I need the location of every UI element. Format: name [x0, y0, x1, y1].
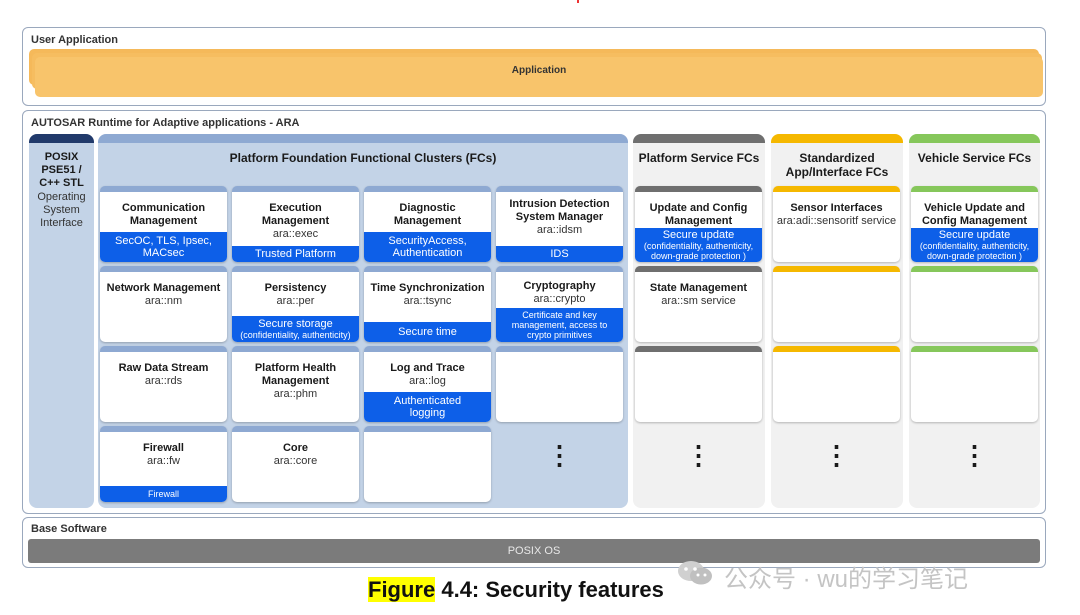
- top-mark: [577, 0, 579, 3]
- communication-management-box: Communication Management SecOC, TLS, Ips…: [100, 186, 227, 262]
- diagnostic-management-box: Diagnostic Management SecurityAccess, Au…: [364, 186, 491, 262]
- ara-title: AUTOSAR Runtime for Adaptive application…: [31, 117, 300, 129]
- execution-management-box: Execution Management ara::exec Trusted P…: [232, 186, 359, 262]
- watermark-text: 公众号 · wu的学习笔记: [724, 566, 969, 593]
- vehicle-update-config-box: Vehicle Update and Config Management Sec…: [911, 186, 1038, 262]
- vehicle-service-title: Vehicle Service FCs: [917, 151, 1032, 165]
- empty-service-box: [635, 346, 762, 422]
- log-and-trace-box: Log and Trace ara::log Authenticated log…: [364, 346, 491, 422]
- security-label: Secure update (confidentiality, authenti…: [911, 228, 1038, 262]
- security-label: SecurityAccess, Authentication: [364, 232, 491, 262]
- posix-os-label: POSIX OS: [507, 545, 561, 557]
- posix-title: POSIX PSE51 / C++ STL: [39, 151, 84, 189]
- persistency-box: Persistency ara::per Secure storage (con…: [232, 266, 359, 342]
- security-label: Secure update (confidentiality, authenti…: [635, 228, 762, 262]
- security-label: IDS: [496, 246, 623, 262]
- security-label: Trusted Platform: [232, 246, 359, 262]
- intrusion-detection-box: Intrusion Detection System Manager ara::…: [496, 186, 623, 262]
- user-application-section: User Application Application: [22, 27, 1046, 106]
- firewall-box: Firewall ara::fw Firewall: [100, 426, 227, 502]
- network-management-box: Network Management ara::nm: [100, 266, 227, 342]
- platform-foundation-title: Platform Foundation Functional Clusters …: [229, 151, 497, 165]
- caption-highlight: Figure: [368, 577, 436, 602]
- platform-service-title: Platform Service FCs: [638, 151, 760, 165]
- security-label: Firewall: [100, 486, 227, 502]
- figure-caption: Figure 4.4: Security features: [368, 577, 664, 603]
- security-label: SecOC, TLS, Ipsec, MACsec: [100, 232, 227, 262]
- platform-health-management-box: Platform Health Management ara::phm: [232, 346, 359, 422]
- empty-foundation-box: [496, 346, 623, 422]
- cryptography-box: Cryptography ara::crypto Certificate and…: [496, 266, 623, 342]
- empty-vehicle-box: [911, 346, 1038, 422]
- application-box: Application: [35, 57, 1043, 97]
- wechat-icon: [676, 558, 714, 588]
- sensor-interfaces-box: Sensor Interfaces ara:adi::sensoritf ser…: [773, 186, 900, 262]
- update-config-management-box: Update and Config Management Secure upda…: [635, 186, 762, 262]
- state-management-box: State Management ara::sm service: [635, 266, 762, 342]
- security-label: Certificate and key management, access t…: [496, 308, 623, 342]
- application-label: Application: [511, 64, 567, 76]
- core-box: Core ara::core: [232, 426, 359, 502]
- more-dots: ⋮: [961, 440, 988, 470]
- empty-standardized-box: [773, 346, 900, 422]
- empty-standardized-box: [773, 266, 900, 342]
- user-application-title: User Application: [31, 34, 118, 46]
- more-dots: ⋮: [685, 440, 712, 470]
- empty-foundation-box: [364, 426, 491, 502]
- base-software-title: Base Software: [31, 523, 107, 535]
- more-dots: ⋮: [823, 440, 850, 470]
- security-label: Secure storage (confidentiality, authent…: [232, 316, 359, 342]
- more-dots: ⋮: [546, 440, 573, 470]
- posix-column: POSIX PSE51 / C++ STL Operating System I…: [29, 134, 94, 508]
- posix-subtitle: Operating System Interface: [37, 191, 86, 229]
- empty-vehicle-box: [911, 266, 1038, 342]
- raw-data-stream-box: Raw Data Stream ara::rds: [100, 346, 227, 422]
- caption-rest: 4.4: Security features: [435, 577, 664, 602]
- security-label: Secure time: [364, 322, 491, 342]
- standardized-title: Standardized App/Interface FCs: [785, 151, 889, 179]
- security-label: Authenticated logging: [364, 392, 491, 422]
- time-synchronization-box: Time Synchronization ara::tsync Secure t…: [364, 266, 491, 342]
